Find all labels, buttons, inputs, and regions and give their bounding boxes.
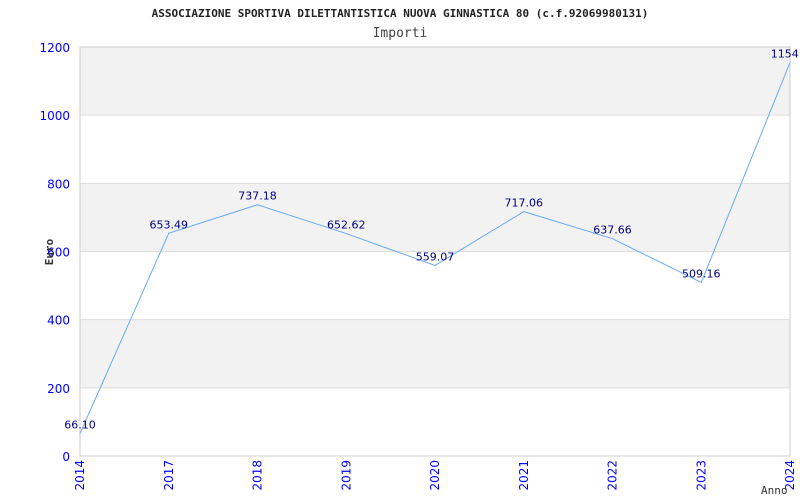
grid-band <box>80 319 790 388</box>
data-point <box>612 238 613 240</box>
data-label: 737.18 <box>238 190 277 203</box>
data-point <box>79 432 81 434</box>
x-tick-label: 2014 <box>73 460 87 491</box>
y-tick-label: 1200 <box>39 41 70 55</box>
data-label: 559.07 <box>416 250 455 263</box>
y-tick-label: 0 <box>62 450 70 464</box>
y-tick-label: 200 <box>47 382 70 396</box>
chart-subtitle: Importi <box>373 26 428 41</box>
chart-title: ASSOCIAZIONE SPORTIVA DILETTANTISTICA NU… <box>152 7 649 20</box>
x-tick-label: 2018 <box>251 460 265 491</box>
data-point <box>168 232 170 234</box>
data-label: 652.62 <box>327 219 366 232</box>
data-label: 66.10 <box>64 418 96 431</box>
data-label: 717.06 <box>505 197 544 210</box>
grid-band <box>80 47 790 116</box>
line-chart: ASSOCIAZIONE SPORTIVA DILETTANTISTICA NU… <box>39 7 800 497</box>
data-point <box>257 204 258 206</box>
data-point <box>434 264 436 266</box>
y-tick-label: 1000 <box>39 109 70 123</box>
data-point <box>700 281 702 283</box>
data-label: 653.49 <box>150 218 189 231</box>
x-tick-label: 2020 <box>428 460 442 491</box>
data-point <box>789 62 791 64</box>
y-tick-label: 800 <box>47 177 70 191</box>
x-tick-label: 2022 <box>606 460 620 491</box>
data-label: 509.16 <box>682 267 721 280</box>
data-point <box>345 233 347 235</box>
chart-container: ASSOCIAZIONE SPORTIVA DILETTANTISTICA NU… <box>0 0 800 500</box>
data-point <box>523 211 525 213</box>
x-tick-label: 2021 <box>517 460 531 491</box>
data-label: 637.66 <box>593 224 632 237</box>
y-tick-label: 400 <box>47 314 70 328</box>
data-label: 1154.3 <box>771 48 800 61</box>
x-tick-label: 2019 <box>339 460 353 491</box>
y-axis-label: Euro <box>43 238 56 265</box>
x-axis-label: Anno <box>761 484 788 497</box>
x-tick-label: 2017 <box>162 460 176 491</box>
x-tick-label: 2023 <box>694 460 708 491</box>
